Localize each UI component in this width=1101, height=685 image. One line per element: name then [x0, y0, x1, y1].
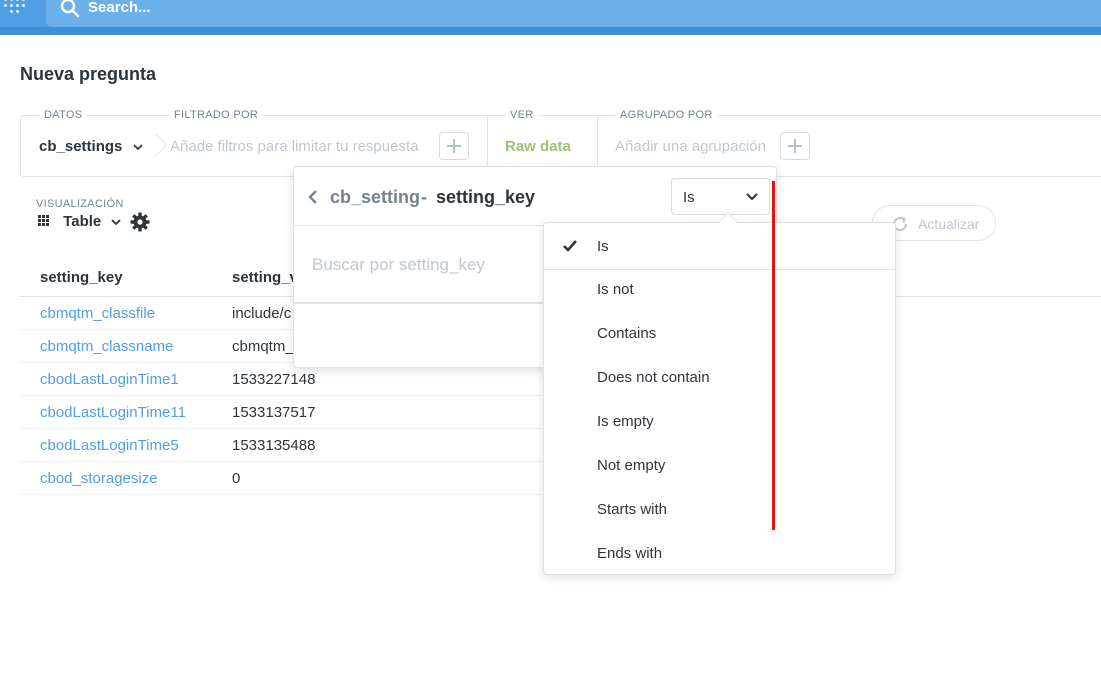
column-header[interactable]: setting_v: [232, 269, 298, 286]
table-cell-value: 1533135488: [232, 437, 316, 454]
operator-option-is-not[interactable]: Is not: [544, 267, 895, 311]
chevron-down-icon: [111, 218, 122, 225]
grid-icon: [38, 215, 50, 227]
table-row: cbod_storagesize 0: [20, 462, 542, 495]
visualization-type: Table: [63, 213, 102, 230]
table-cell-value: 1533227148: [232, 371, 316, 388]
operator-option-label: Is not: [597, 281, 634, 298]
operator-option-ends-with[interactable]: Ends with: [544, 531, 895, 575]
popover-divider: [294, 302, 544, 304]
operator-option-does-not-contain[interactable]: Does not contain: [544, 355, 895, 399]
data-section: DATOS cb_settings: [21, 109, 152, 176]
table-cell-key[interactable]: cbod_storagesize: [40, 470, 158, 487]
operator-option-is[interactable]: Is: [544, 224, 895, 268]
search-icon: [60, 0, 80, 18]
operator-option-label: Contains: [597, 325, 657, 342]
operator-option-label: Is empty: [597, 413, 654, 430]
logo-icon[interactable]: [2, 0, 26, 14]
table-cell-key[interactable]: cbodLastLoginTime11: [40, 404, 186, 421]
popover-table-name[interactable]: cb_setting: [330, 187, 420, 208]
filter-hint[interactable]: Añade filtros para limitar tu respuesta: [170, 138, 418, 155]
operator-value: Is: [683, 189, 695, 206]
visualization-label: VISUALIZACIÓN: [36, 198, 124, 210]
raw-data-button[interactable]: Raw data: [505, 138, 571, 155]
operator-option-label: Starts with: [597, 501, 668, 518]
top-navbar: Search...: [0, 0, 1101, 35]
navbar-shadow: [0, 27, 1101, 35]
popover-field-name: setting_key: [436, 187, 536, 207]
operator-option-label: Is: [597, 238, 609, 255]
view-label: VER: [505, 109, 539, 121]
page-title: Nueva pregunta: [20, 64, 157, 84]
search-placeholder: Search...: [88, 0, 151, 16]
visualization-select[interactable]: Table: [38, 213, 122, 230]
data-source-name: cb_settings: [39, 138, 123, 155]
popover-divider: [294, 225, 544, 226]
check-icon: [563, 240, 577, 252]
annotation-red-line: [772, 181, 775, 530]
table-cell-value: include/c: [232, 305, 292, 322]
table-cell-key[interactable]: cbmqtm_classfile: [40, 305, 155, 322]
operator-option-not-empty[interactable]: Not empty: [544, 443, 895, 487]
chevron-left-icon[interactable]: [306, 189, 320, 205]
refresh-label: Actualizar: [918, 216, 980, 232]
operator-option-label: Not empty: [597, 457, 666, 474]
popover-separator: -: [421, 187, 427, 207]
operator-option-contains[interactable]: Contains: [544, 311, 895, 355]
data-label: DATOS: [39, 109, 88, 121]
operator-option-label: Does not contain: [597, 369, 710, 386]
add-grouping-button[interactable]: [780, 132, 810, 160]
operator-option-is-empty[interactable]: Is empty: [544, 399, 895, 443]
operator-option-starts-with[interactable]: Starts with: [544, 487, 895, 531]
data-source-select[interactable]: cb_settings: [39, 138, 143, 155]
chevron-down-icon: [132, 143, 143, 150]
value-search-input[interactable]: Buscar por setting_key: [312, 255, 485, 275]
add-filter-button[interactable]: [439, 132, 469, 160]
table-cell-key[interactable]: cbmqtm_classname: [40, 338, 173, 355]
gear-icon[interactable]: [130, 212, 150, 232]
chevron-down-icon: [746, 193, 758, 201]
table-cell-key[interactable]: cbodLastLoginTime5: [40, 437, 179, 454]
column-header[interactable]: setting_key: [40, 269, 123, 286]
operator-option-label: Ends with: [597, 545, 663, 562]
group-hint[interactable]: Añadir una agrupación: [615, 138, 766, 155]
operator-dropdown: Is Is not Contains Does not contain Is e…: [543, 212, 896, 575]
operator-select[interactable]: Is: [671, 178, 770, 215]
table-cell-key[interactable]: cbodLastLoginTime1: [40, 371, 179, 388]
search-input[interactable]: Search...: [46, 0, 1101, 27]
filter-label: FILTRADO POR: [169, 109, 264, 121]
table-row: cbodLastLoginTime5 1533135488: [20, 429, 542, 462]
group-label: AGRUPADO POR: [615, 109, 718, 121]
table-cell-value: cbmqtm_: [232, 338, 294, 355]
table-cell-value: 1533137517: [232, 404, 316, 421]
table-row: cbodLastLoginTime11 1533137517: [20, 396, 542, 429]
table-cell-value: 0: [232, 470, 241, 487]
